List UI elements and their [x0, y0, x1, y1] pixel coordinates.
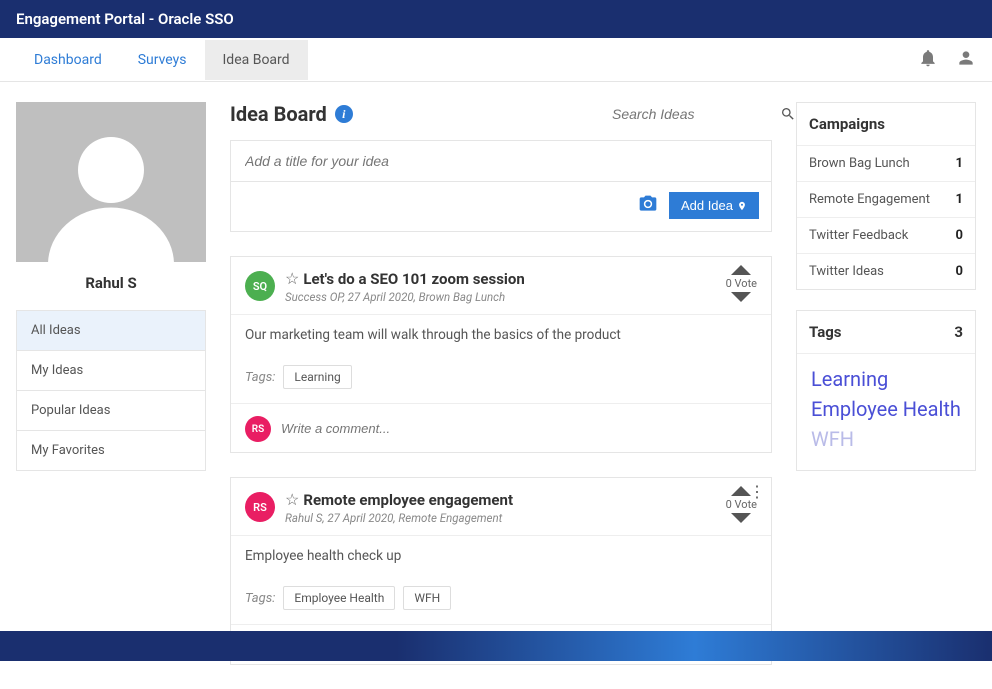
tags-label: Tags: — [245, 370, 275, 385]
idea-title-input[interactable] — [231, 141, 771, 182]
tag-cloud-item[interactable]: Employee Health — [811, 394, 961, 424]
filter-popular-ideas[interactable]: Popular Ideas — [17, 391, 205, 431]
campaigns-panel: Campaigns Brown Bag Lunch1Remote Engagem… — [796, 102, 976, 290]
star-icon[interactable]: ☆ — [285, 269, 299, 288]
downvote-icon[interactable] — [731, 513, 751, 523]
more-menu-icon[interactable]: ⋮ — [741, 490, 773, 494]
tag-chip[interactable]: WFH — [403, 586, 451, 610]
tags-label: Tags: — [245, 591, 275, 606]
compose-idea: Add Idea — [230, 140, 772, 232]
app-title-bar: Engagement Portal - Oracle SSO — [0, 0, 992, 38]
search-icon[interactable] — [780, 106, 796, 126]
nav-tab-surveys[interactable]: Surveys — [120, 40, 205, 80]
add-idea-button[interactable]: Add Idea — [669, 192, 759, 219]
campaign-row[interactable]: Remote Engagement1 — [797, 181, 975, 217]
tag-cloud-item[interactable]: Learning — [811, 364, 961, 394]
author-badge: RS — [245, 492, 275, 522]
campaign-row[interactable]: Brown Bag Lunch1 — [797, 145, 975, 181]
info-icon[interactable]: i — [335, 105, 353, 123]
idea-meta: Success OP, 27 April 2020, Brown Bag Lun… — [285, 290, 525, 304]
campaign-row[interactable]: Twitter Feedback0 — [797, 217, 975, 253]
downvote-icon[interactable] — [731, 292, 751, 302]
nav-tab-dashboard[interactable]: Dashboard — [16, 40, 120, 80]
idea-filters: All IdeasMy IdeasPopular IdeasMy Favorit… — [16, 310, 206, 471]
tag-chip[interactable]: Learning — [283, 365, 351, 389]
tags-title: Tags — [809, 323, 842, 341]
profile-name: Rahul S — [16, 262, 206, 310]
tags-total: 3 — [954, 323, 963, 341]
tag-chip[interactable]: Employee Health — [283, 586, 395, 610]
upvote-icon[interactable] — [731, 265, 751, 275]
vote-control: 0 Vote — [726, 265, 757, 302]
bell-icon[interactable] — [918, 48, 938, 72]
comment-input[interactable] — [281, 421, 757, 436]
app-title: Engagement Portal - Oracle SSO — [16, 10, 234, 28]
idea-meta: Rahul S, 27 April 2020, Remote Engagemen… — [285, 511, 513, 525]
filter-my-favorites[interactable]: My Favorites — [17, 431, 205, 470]
author-badge: SQ — [245, 271, 275, 301]
filter-my-ideas[interactable]: My Ideas — [17, 351, 205, 391]
page-title: Idea Board i — [230, 102, 353, 126]
camera-icon[interactable] — [637, 194, 659, 218]
commenter-badge: RS — [245, 416, 271, 442]
tags-panel: Tags 3 LearningEmployee HealthWFH — [796, 310, 976, 471]
vote-count: 0 Vote — [726, 277, 757, 290]
idea-title[interactable]: Let's do a SEO 101 zoom session — [303, 270, 524, 288]
idea-body: Employee health check up — [231, 535, 771, 576]
user-icon[interactable] — [956, 48, 976, 72]
main-nav: DashboardSurveysIdea Board — [0, 38, 992, 82]
star-icon[interactable]: ☆ — [285, 490, 299, 509]
nav-tab-idea-board[interactable]: Idea Board — [205, 40, 308, 80]
filter-all-ideas[interactable]: All Ideas — [17, 311, 205, 351]
campaign-row[interactable]: Twitter Ideas0 — [797, 253, 975, 289]
idea-card: SQ ☆Let's do a SEO 101 zoom session Succes… — [230, 256, 772, 453]
idea-body: Our marketing team will walk through the… — [231, 314, 771, 355]
nav-tabs: DashboardSurveysIdea Board — [16, 40, 308, 80]
campaigns-title: Campaigns — [809, 115, 885, 133]
tag-cloud-item[interactable]: WFH — [811, 424, 961, 454]
footer-bar — [0, 631, 992, 661]
search-input[interactable] — [612, 106, 772, 122]
profile-avatar — [16, 102, 206, 262]
idea-title[interactable]: Remote employee engagement — [303, 491, 513, 509]
